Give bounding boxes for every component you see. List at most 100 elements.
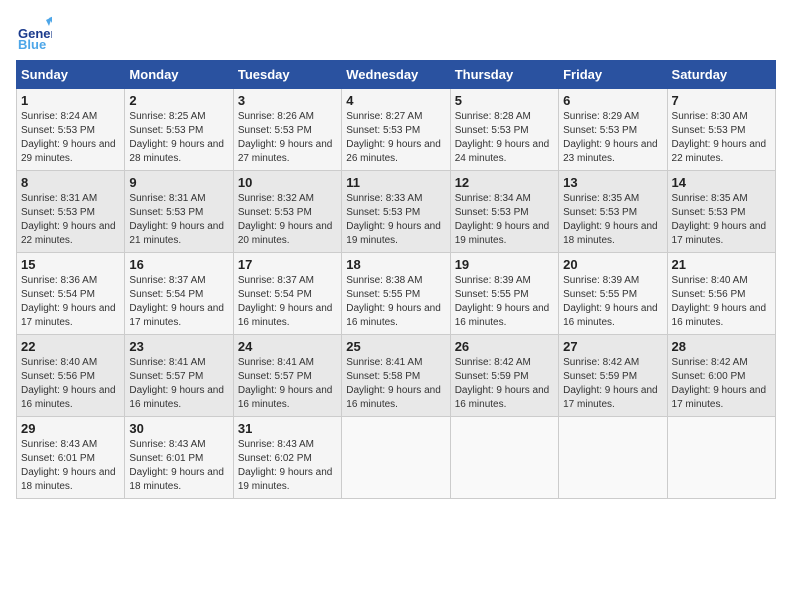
day-info: Sunrise: 8:43 AMSunset: 6:02 PMDaylight:…: [238, 438, 337, 494]
day-number: 24: [238, 339, 337, 354]
calendar-cell: [559, 417, 667, 499]
calendar-cell: 10 Sunrise: 8:32 AMSunset: 5:53 PMDayligh…: [233, 171, 341, 253]
day-number: 21: [672, 257, 771, 272]
day-info: Sunrise: 8:34 AMSunset: 5:53 PMDaylight:…: [455, 192, 554, 248]
day-info: Sunrise: 8:39 AMSunset: 5:55 PMDaylight:…: [455, 274, 554, 330]
day-number: 28: [672, 339, 771, 354]
day-info: Sunrise: 8:43 AMSunset: 6:01 PMDaylight:…: [21, 438, 120, 494]
day-info: Sunrise: 8:35 AMSunset: 5:53 PMDaylight:…: [563, 192, 662, 248]
day-number: 10: [238, 175, 337, 190]
svg-text:Blue: Blue: [18, 37, 46, 52]
day-number: 29: [21, 421, 120, 436]
calendar-body: 1 Sunrise: 8:24 AMSunset: 5:53 PMDaylight…: [17, 89, 776, 499]
logo: General Blue: [16, 16, 52, 52]
day-number: 12: [455, 175, 554, 190]
day-info: Sunrise: 8:42 AMSunset: 6:00 PMDaylight:…: [672, 356, 771, 412]
day-info: Sunrise: 8:28 AMSunset: 5:53 PMDaylight:…: [455, 110, 554, 166]
day-number: 20: [563, 257, 662, 272]
day-number: 31: [238, 421, 337, 436]
header-cell-wednesday: Wednesday: [342, 61, 450, 89]
calendar-week-1: 8Sunrise: 8:31 AMSunset: 5:53 PMDaylight…: [17, 171, 776, 253]
day-info: Sunrise: 8:27 AMSunset: 5:53 PMDaylight:…: [346, 110, 445, 166]
day-info: Sunrise: 8:42 AMSunset: 5:59 PMDaylight:…: [563, 356, 662, 412]
header-cell-friday: Friday: [559, 61, 667, 89]
day-number: 15: [21, 257, 120, 272]
calendar-cell: 21 Sunrise: 8:40 AMSunset: 5:56 PMDayligh…: [667, 253, 775, 335]
calendar-cell: 28 Sunrise: 8:42 AMSunset: 6:00 PMDayligh…: [667, 335, 775, 417]
header-cell-thursday: Thursday: [450, 61, 558, 89]
calendar-cell: 1 Sunrise: 8:24 AMSunset: 5:53 PMDaylight…: [17, 89, 125, 171]
day-number: 4: [346, 93, 445, 108]
calendar-cell: 19Sunrise: 8:39 AMSunset: 5:55 PMDayligh…: [450, 253, 558, 335]
day-info: Sunrise: 8:32 AMSunset: 5:53 PMDaylight:…: [238, 192, 337, 248]
calendar-cell: 20 Sunrise: 8:39 AMSunset: 5:55 PMDayligh…: [559, 253, 667, 335]
day-info: Sunrise: 8:31 AMSunset: 5:53 PMDaylight:…: [21, 192, 120, 248]
day-number: 23: [129, 339, 228, 354]
calendar-cell: 4 Sunrise: 8:27 AMSunset: 5:53 PMDaylight…: [342, 89, 450, 171]
day-info: Sunrise: 8:30 AMSunset: 5:53 PMDaylight:…: [672, 110, 771, 166]
calendar-cell: [342, 417, 450, 499]
day-number: 1: [21, 93, 120, 108]
calendar-cell: [667, 417, 775, 499]
day-info: Sunrise: 8:40 AMSunset: 5:56 PMDaylight:…: [672, 274, 771, 330]
calendar-cell: 8Sunrise: 8:31 AMSunset: 5:53 PMDaylight…: [17, 171, 125, 253]
header-cell-saturday: Saturday: [667, 61, 775, 89]
calendar-cell: 9 Sunrise: 8:31 AMSunset: 5:53 PMDaylight…: [125, 171, 233, 253]
calendar-week-0: 1 Sunrise: 8:24 AMSunset: 5:53 PMDaylight…: [17, 89, 776, 171]
logo-icon: General Blue: [16, 16, 52, 52]
calendar-cell: [450, 417, 558, 499]
day-number: 30: [129, 421, 228, 436]
day-number: 9: [129, 175, 228, 190]
day-number: 3: [238, 93, 337, 108]
calendar-cell: 18 Sunrise: 8:38 AMSunset: 5:55 PMDayligh…: [342, 253, 450, 335]
calendar-cell: 25Sunrise: 8:41 AMSunset: 5:58 PMDayligh…: [342, 335, 450, 417]
header-row: SundayMondayTuesdayWednesdayThursdayFrid…: [17, 61, 776, 89]
calendar-cell: 11 Sunrise: 8:33 AMSunset: 5:53 PMDayligh…: [342, 171, 450, 253]
day-info: Sunrise: 8:33 AMSunset: 5:53 PMDaylight:…: [346, 192, 445, 248]
day-info: Sunrise: 8:41 AMSunset: 5:57 PMDaylight:…: [238, 356, 337, 412]
day-info: Sunrise: 8:39 AMSunset: 5:55 PMDaylight:…: [563, 274, 662, 330]
calendar-cell: 22 Sunrise: 8:40 AMSunset: 5:56 PMDayligh…: [17, 335, 125, 417]
day-info: Sunrise: 8:40 AMSunset: 5:56 PMDaylight:…: [21, 356, 120, 412]
calendar-header: SundayMondayTuesdayWednesdayThursdayFrid…: [17, 61, 776, 89]
header-cell-monday: Monday: [125, 61, 233, 89]
calendar-cell: 5Sunrise: 8:28 AMSunset: 5:53 PMDaylight…: [450, 89, 558, 171]
day-number: 18: [346, 257, 445, 272]
calendar-cell: 3 Sunrise: 8:26 AMSunset: 5:53 PMDaylight…: [233, 89, 341, 171]
calendar-cell: 17 Sunrise: 8:37 AMSunset: 5:54 PMDayligh…: [233, 253, 341, 335]
day-info: Sunrise: 8:43 AMSunset: 6:01 PMDaylight:…: [129, 438, 228, 494]
calendar-table: SundayMondayTuesdayWednesdayThursdayFrid…: [16, 60, 776, 499]
day-info: Sunrise: 8:26 AMSunset: 5:53 PMDaylight:…: [238, 110, 337, 166]
calendar-cell: 2Sunrise: 8:25 AMSunset: 5:53 PMDaylight…: [125, 89, 233, 171]
day-number: 17: [238, 257, 337, 272]
day-number: 6: [563, 93, 662, 108]
day-info: Sunrise: 8:38 AMSunset: 5:55 PMDaylight:…: [346, 274, 445, 330]
day-info: Sunrise: 8:25 AMSunset: 5:53 PMDaylight:…: [129, 110, 228, 166]
day-info: Sunrise: 8:35 AMSunset: 5:53 PMDaylight:…: [672, 192, 771, 248]
day-number: 7: [672, 93, 771, 108]
day-info: Sunrise: 8:37 AMSunset: 5:54 PMDaylight:…: [238, 274, 337, 330]
calendar-cell: 29 Sunrise: 8:43 AMSunset: 6:01 PMDayligh…: [17, 417, 125, 499]
day-info: Sunrise: 8:24 AMSunset: 5:53 PMDaylight:…: [21, 110, 120, 166]
day-info: Sunrise: 8:29 AMSunset: 5:53 PMDaylight:…: [563, 110, 662, 166]
calendar-week-4: 29 Sunrise: 8:43 AMSunset: 6:01 PMDayligh…: [17, 417, 776, 499]
calendar-cell: 24 Sunrise: 8:41 AMSunset: 5:57 PMDayligh…: [233, 335, 341, 417]
day-number: 13: [563, 175, 662, 190]
day-info: Sunrise: 8:31 AMSunset: 5:53 PMDaylight:…: [129, 192, 228, 248]
day-number: 11: [346, 175, 445, 190]
day-info: Sunrise: 8:41 AMSunset: 5:58 PMDaylight:…: [346, 356, 445, 412]
day-number: 22: [21, 339, 120, 354]
header: General Blue: [16, 16, 776, 52]
calendar-cell: 26Sunrise: 8:42 AMSunset: 5:59 PMDayligh…: [450, 335, 558, 417]
calendar-cell: 14Sunrise: 8:35 AMSunset: 5:53 PMDayligh…: [667, 171, 775, 253]
calendar-cell: 15Sunrise: 8:36 AMSunset: 5:54 PMDayligh…: [17, 253, 125, 335]
calendar-cell: 31 Sunrise: 8:43 AMSunset: 6:02 PMDayligh…: [233, 417, 341, 499]
day-number: 16: [129, 257, 228, 272]
header-cell-tuesday: Tuesday: [233, 61, 341, 89]
calendar-cell: 12 Sunrise: 8:34 AMSunset: 5:53 PMDayligh…: [450, 171, 558, 253]
calendar-week-2: 15Sunrise: 8:36 AMSunset: 5:54 PMDayligh…: [17, 253, 776, 335]
day-number: 26: [455, 339, 554, 354]
calendar-cell: 16 Sunrise: 8:37 AMSunset: 5:54 PMDayligh…: [125, 253, 233, 335]
calendar-cell: 27Sunrise: 8:42 AMSunset: 5:59 PMDayligh…: [559, 335, 667, 417]
day-info: Sunrise: 8:37 AMSunset: 5:54 PMDaylight:…: [129, 274, 228, 330]
